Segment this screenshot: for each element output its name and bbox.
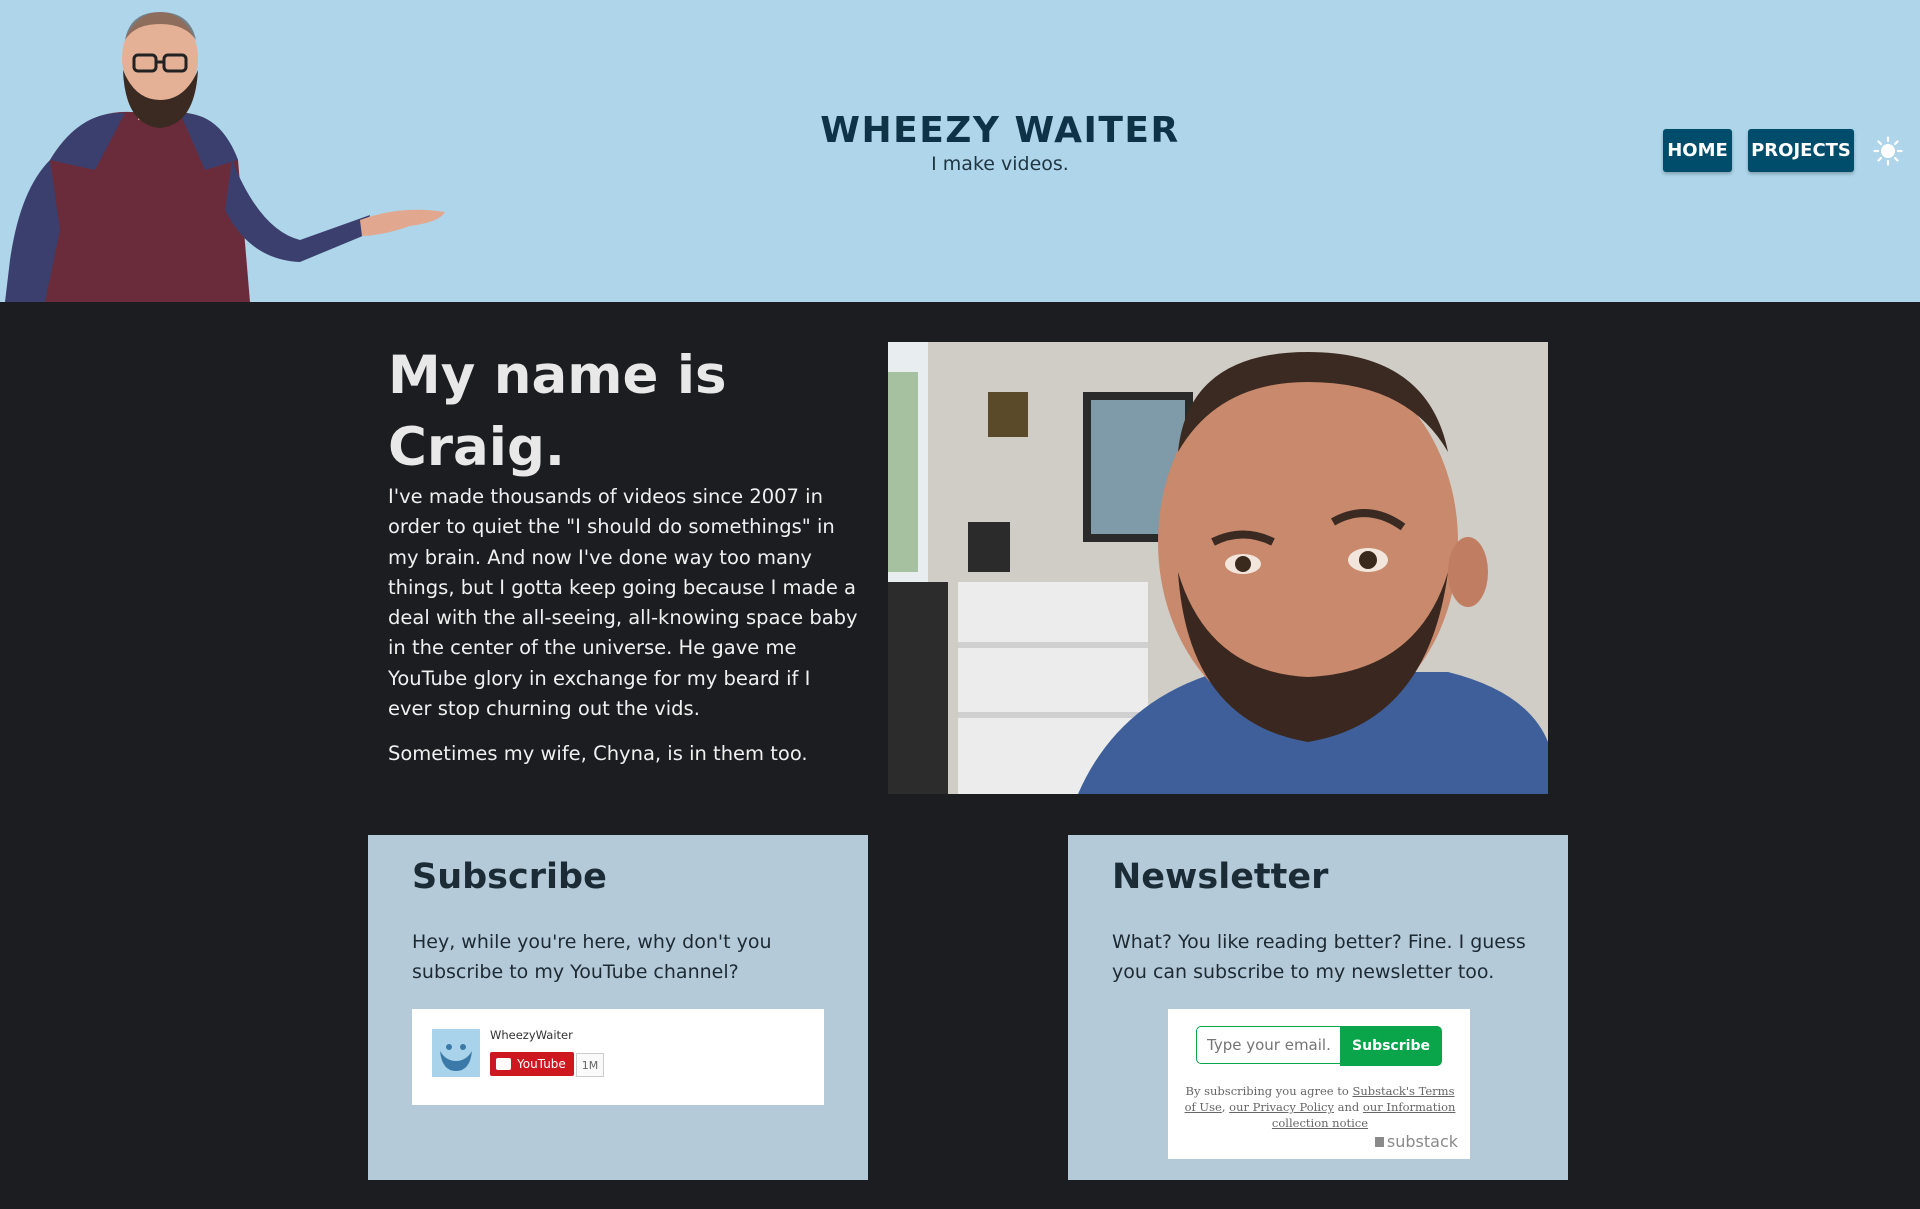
subscribe-text: Hey, while you're here, why don't you su… (412, 931, 772, 984)
intro-paragraph-wife: Sometimes my wife, Chyna, is in them too… (388, 742, 808, 765)
youtube-button-label: YouTube (517, 1057, 566, 1071)
subscribe-card: Subscribe Hey, while you're here, why do… (368, 835, 868, 1180)
substack-brand[interactable]: substack (1374, 1132, 1458, 1151)
newsletter-title: Newsletter (1112, 857, 1329, 897)
youtube-subscribe-button[interactable]: YouTube (490, 1052, 574, 1076)
site-tagline: I make videos. (931, 153, 1069, 175)
youtube-subscribe-widget: WheezyWaiter YouTube 1M (412, 1009, 824, 1105)
site-brand: WHEEZY WAITER I make videos. (760, 110, 1240, 176)
legal-prefix: By subscribing you agree to (1185, 1084, 1353, 1098)
substack-legal-text: By subscribing you agree to Substack's T… (1180, 1083, 1460, 1131)
site-title[interactable]: WHEEZY WAITER (760, 110, 1240, 152)
intro-paragraph: I've made thousands of videos since 2007… (388, 485, 858, 721)
mascot-illustration (5, 12, 445, 302)
substack-brand-label: substack (1386, 1132, 1458, 1151)
nav-projects-button[interactable]: PROJECTS (1748, 129, 1854, 172)
intro-heading: My name is Craig. (388, 345, 727, 478)
email-input[interactable] (1196, 1026, 1340, 1064)
newsletter-subscribe-button[interactable]: Subscribe (1340, 1026, 1442, 1066)
substack-signup-widget: Subscribe By subscribing you agree to Su… (1168, 1009, 1470, 1159)
subscriber-count: 1M (576, 1053, 604, 1077)
site-header: WHEEZY WAITER I make videos. HOME PROJEC… (0, 0, 1920, 302)
newsletter-card: Newsletter What? You like reading better… (1068, 835, 1568, 1180)
privacy-link[interactable]: our Privacy Policy (1229, 1100, 1334, 1114)
channel-avatar[interactable] (432, 1029, 480, 1077)
craig-photo (888, 342, 1548, 794)
youtube-check-icon (496, 1058, 511, 1070)
nav-home-button[interactable]: HOME (1663, 129, 1732, 172)
subscribe-title: Subscribe (412, 857, 607, 897)
legal-separator: and (1333, 1100, 1363, 1114)
newsletter-text: What? You like reading better? Fine. I g… (1112, 931, 1526, 984)
sun-icon[interactable] (1873, 136, 1903, 166)
substack-logo-icon (1374, 1136, 1384, 1147)
channel-name[interactable]: WheezyWaiter (490, 1028, 573, 1042)
